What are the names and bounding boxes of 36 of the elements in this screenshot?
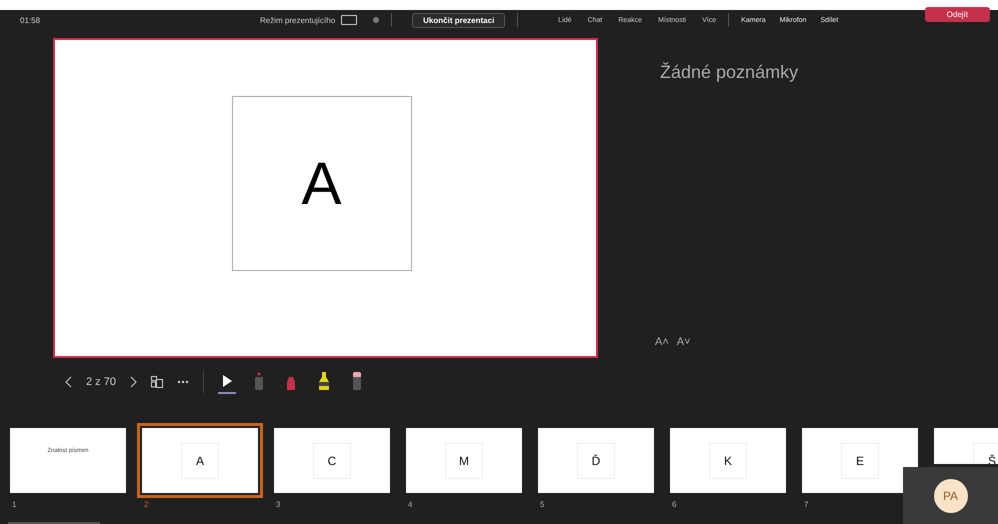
pen-icon — [286, 372, 296, 390]
slide-letter: A — [232, 96, 412, 270]
slide-letter: K — [709, 442, 747, 478]
next-icon[interactable] — [130, 376, 137, 388]
slide-number: 3 — [276, 500, 282, 509]
slide-letter: A — [181, 442, 219, 478]
avatar: PA — [934, 478, 968, 512]
slides-grid-icon[interactable] — [150, 376, 163, 388]
highlighter-icon — [318, 372, 330, 390]
slide-number: 7 — [804, 500, 810, 509]
laser-pen-icon — [254, 372, 264, 390]
presenter-mode-label: Režim prezentujícího — [260, 16, 336, 24]
slide-number: 1 — [12, 500, 18, 509]
slide-thumbnail[interactable]: A — [137, 423, 263, 498]
notes-text: Žádné poznámky — [660, 62, 798, 83]
scrollbar[interactable] — [8, 522, 100, 524]
stop-presenting-button[interactable]: Ukončit prezentaci — [412, 12, 506, 28]
more-icon[interactable] — [176, 380, 189, 384]
pointer-icon — [222, 375, 232, 387]
page-indicator: 2 z 70 — [86, 376, 116, 388]
decrease-font-button[interactable]: A˅ — [676, 336, 691, 348]
slide-letter: M — [445, 442, 483, 478]
slide-number: 4 — [408, 500, 414, 509]
presenter-view-icon[interactable] — [341, 15, 358, 25]
slide-letter: C — [313, 442, 351, 478]
slide-letter: E — [841, 442, 879, 478]
call-timer: 01:58 — [20, 16, 42, 24]
slide-letter: Ď — [577, 442, 615, 478]
increase-font-button[interactable]: A˄ — [655, 336, 669, 348]
leave-button[interactable]: Odejít — [924, 6, 990, 22]
slide-number: 6 — [672, 500, 678, 509]
dot-icon — [373, 17, 380, 23]
previous-icon[interactable] — [65, 376, 72, 388]
slide-number: 5 — [540, 500, 546, 509]
slide-number: 2 — [144, 500, 150, 509]
eraser-icon — [352, 372, 362, 390]
